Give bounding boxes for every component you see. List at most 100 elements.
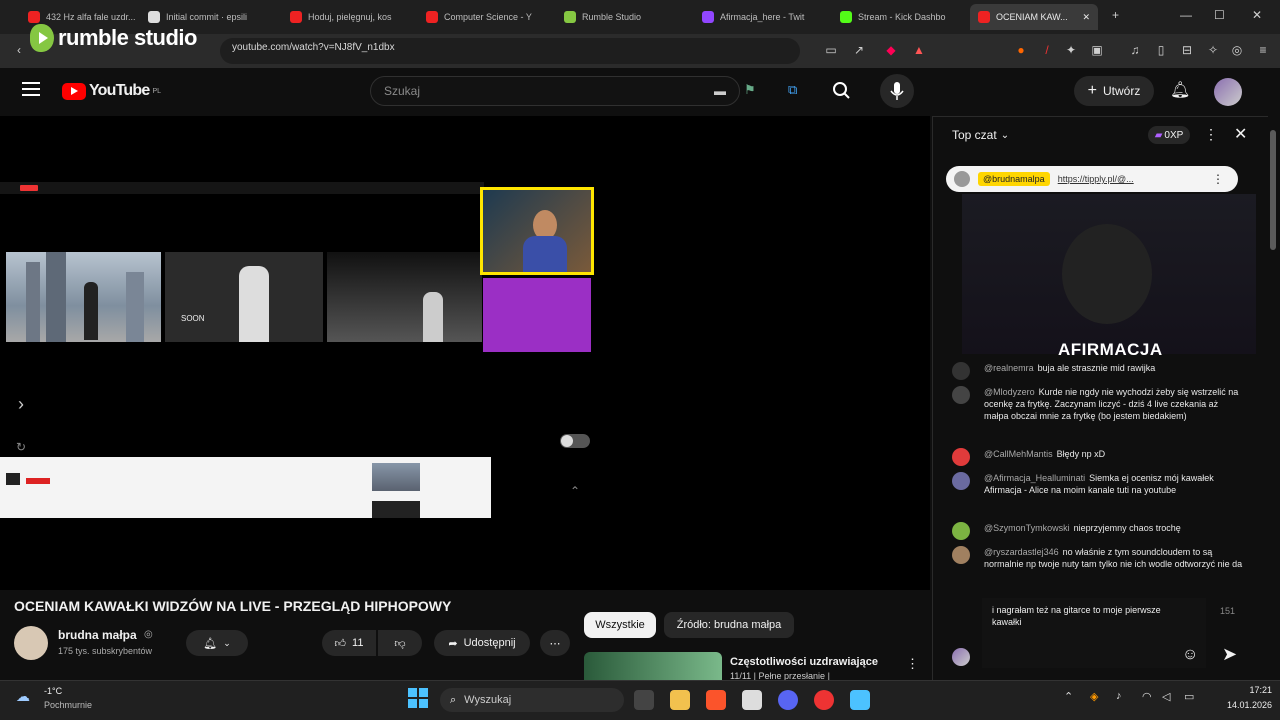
browser-tab[interactable]: Rumble Studio <box>556 4 688 30</box>
chat-close-icon[interactable]: ✕ <box>1234 124 1247 144</box>
menu-icon[interactable]: ≡ <box>1256 43 1270 57</box>
minimize-button[interactable]: — <box>1180 8 1192 22</box>
chat-author[interactable]: @SzymonTymkowski <box>984 523 1070 533</box>
browser-tab[interactable]: Afirmacja_here - Twit <box>694 4 826 30</box>
chat-author[interactable]: @ryszardastlej346 <box>984 547 1059 557</box>
browser-tab[interactable]: Stream - Kick Dashbo <box>832 4 964 30</box>
chat-avatar[interactable] <box>952 386 970 404</box>
browser-tab[interactable]: Hoduj, pielęgnuj, kos <box>282 4 412 30</box>
chat-author[interactable]: @Mlodyzero <box>984 387 1035 397</box>
screen-share-icon[interactable]: ⧉ <box>788 82 797 98</box>
search-button[interactable] <box>822 76 860 106</box>
points-badge[interactable]: ▰ 0XP <box>1148 126 1190 144</box>
vpn-icon[interactable]: ✧ <box>1206 43 1220 57</box>
translate-icon[interactable]: ⚑ <box>744 82 756 98</box>
brave-browser-icon[interactable] <box>706 690 726 710</box>
tab-label: Hoduj, pielęgnuj, kos <box>308 12 392 22</box>
share-icon[interactable]: ↗ <box>852 43 866 57</box>
chat-scrollbar[interactable] <box>1268 116 1280 680</box>
download-icon[interactable]: ⊟ <box>1180 43 1194 57</box>
task-view-icon[interactable] <box>634 690 654 710</box>
autoplay-toggle[interactable] <box>560 434 590 448</box>
recommended-title[interactable]: Częstotliwości uzdrawiające <box>730 656 878 668</box>
back-icon[interactable]: ‹ <box>12 43 26 57</box>
discord-icon[interactable] <box>778 690 798 710</box>
wallet-icon[interactable]: ▣ <box>1090 43 1104 57</box>
weather-desc: Pochmurnie <box>44 700 93 710</box>
search-input[interactable] <box>370 76 740 106</box>
start-button[interactable] <box>408 688 428 708</box>
chat-input-field[interactable]: i nagrałam też na gitarce to moje pierws… <box>982 598 1206 668</box>
alert-icon[interactable]: ▲ <box>912 43 926 57</box>
refresh-icon[interactable]: ↻ <box>16 440 26 454</box>
expand-icon[interactable]: ⌃ <box>570 484 580 498</box>
battery-icon[interactable]: ▭ <box>1184 690 1194 703</box>
music-icon[interactable]: ♫ <box>1128 43 1142 57</box>
window-close-button[interactable]: ✕ <box>1252 8 1262 22</box>
tab-label: 432 Hz alfa fale uzdr... <box>46 12 136 22</box>
account-icon[interactable]: ◎ <box>1230 43 1244 57</box>
notifications-bell-icon[interactable]: 🔔︎ <box>1170 80 1190 100</box>
like-button[interactable]: 👍︎ 11 <box>322 630 376 656</box>
chat-avatar[interactable] <box>952 522 970 540</box>
pinned-more-icon[interactable]: ⋮ <box>1212 172 1224 186</box>
voice-search-button[interactable] <box>880 74 914 108</box>
chat-mode-label: Top czat <box>952 128 997 142</box>
chat-avatar[interactable] <box>952 472 970 490</box>
create-button[interactable]: + Utwórz <box>1074 76 1154 106</box>
browser-tab[interactable]: Computer Science - Y <box>418 4 550 30</box>
search-placeholder: Szukaj <box>384 84 421 98</box>
user-avatar[interactable] <box>1214 78 1242 106</box>
file-explorer-icon[interactable] <box>670 690 690 710</box>
emoji-icon[interactable]: ☺ <box>1182 646 1198 664</box>
new-tab-button[interactable]: + <box>1112 8 1119 22</box>
app-icon[interactable] <box>850 690 870 710</box>
subscription-bell-button[interactable]: 🔔︎ ⌄ <box>186 630 248 656</box>
volume-icon[interactable]: ◁ <box>1162 690 1170 703</box>
chat-avatar[interactable] <box>952 448 970 466</box>
pinned-message[interactable]: @brudnamalpa https://tipply.pl/@... ⋮ <box>946 166 1238 192</box>
chat-mode-dropdown[interactable]: Top czat ⌄ <box>952 128 1009 142</box>
extension-icon[interactable]: ◆ <box>884 43 898 57</box>
channel-avatar[interactable] <box>14 626 48 660</box>
hamburger-menu-icon[interactable] <box>22 82 40 96</box>
youtube-logo[interactable]: YouTube PL <box>62 82 161 100</box>
tray-mic-icon[interactable]: ♪ <box>1116 690 1122 702</box>
filter-chip-all[interactable]: Wszystkie <box>584 612 656 638</box>
taskbar-search[interactable]: ⌕ Wyszukaj <box>440 688 624 712</box>
share-label: Udostępnij <box>463 637 516 649</box>
channel-name[interactable]: brudna małpa <box>58 628 137 642</box>
clock-time[interactable]: 17:21 <box>1216 685 1272 695</box>
tray-app-icon[interactable]: ◈ <box>1090 690 1098 703</box>
chat-more-icon[interactable]: ⋮ <box>1204 126 1218 143</box>
send-icon[interactable]: ➤ <box>1222 644 1237 665</box>
dislike-button[interactable]: 👎︎ <box>378 630 422 656</box>
chat-author[interactable]: @Afirmacja_Healluminati <box>984 473 1085 483</box>
notepad-icon[interactable] <box>742 690 762 710</box>
wifi-icon[interactable]: ◠ <box>1142 690 1152 703</box>
pen-icon[interactable]: / <box>1040 43 1054 57</box>
recommended-more-icon[interactable]: ⋮ <box>906 656 919 672</box>
recommended-thumbnail[interactable] <box>584 652 722 680</box>
chat-message: @ryszardastlej346 no właśnie z tym soundc… <box>984 546 1244 570</box>
more-actions-button[interactable]: ⋯ <box>540 630 570 656</box>
brave-shield-icon[interactable]: ● <box>1014 43 1028 57</box>
browser-tab[interactable]: OCENIAM KAW... ✕ <box>970 4 1098 30</box>
chat-author[interactable]: @CallMehMantis <box>984 449 1053 459</box>
clock-date[interactable]: 14.01.2026 <box>1208 700 1272 710</box>
sidebar-icon[interactable]: ▯ <box>1154 43 1168 57</box>
chat-avatar[interactable] <box>952 546 970 564</box>
screen-icon[interactable]: ▭ <box>824 43 838 57</box>
tray-chevron-icon[interactable]: ⌃ <box>1064 690 1073 703</box>
filter-chip-source[interactable]: Źródło: brudna małpa <box>664 612 794 638</box>
puzzle-icon[interactable]: ✦ <box>1064 43 1078 57</box>
obs-icon[interactable] <box>814 690 834 710</box>
share-button[interactable]: ➦ Udostępnij <box>434 630 530 656</box>
keyboard-icon[interactable]: ▬ <box>714 84 726 98</box>
maximize-button[interactable]: ☐ <box>1214 8 1225 22</box>
tab-close-icon[interactable]: ✕ <box>1082 12 1090 23</box>
pinned-link[interactable]: https://tipply.pl/@... <box>1058 174 1134 184</box>
chevron-right-icon[interactable]: › <box>18 394 24 415</box>
chat-author[interactable]: @realnemra <box>984 363 1034 373</box>
chat-avatar[interactable] <box>952 362 970 380</box>
